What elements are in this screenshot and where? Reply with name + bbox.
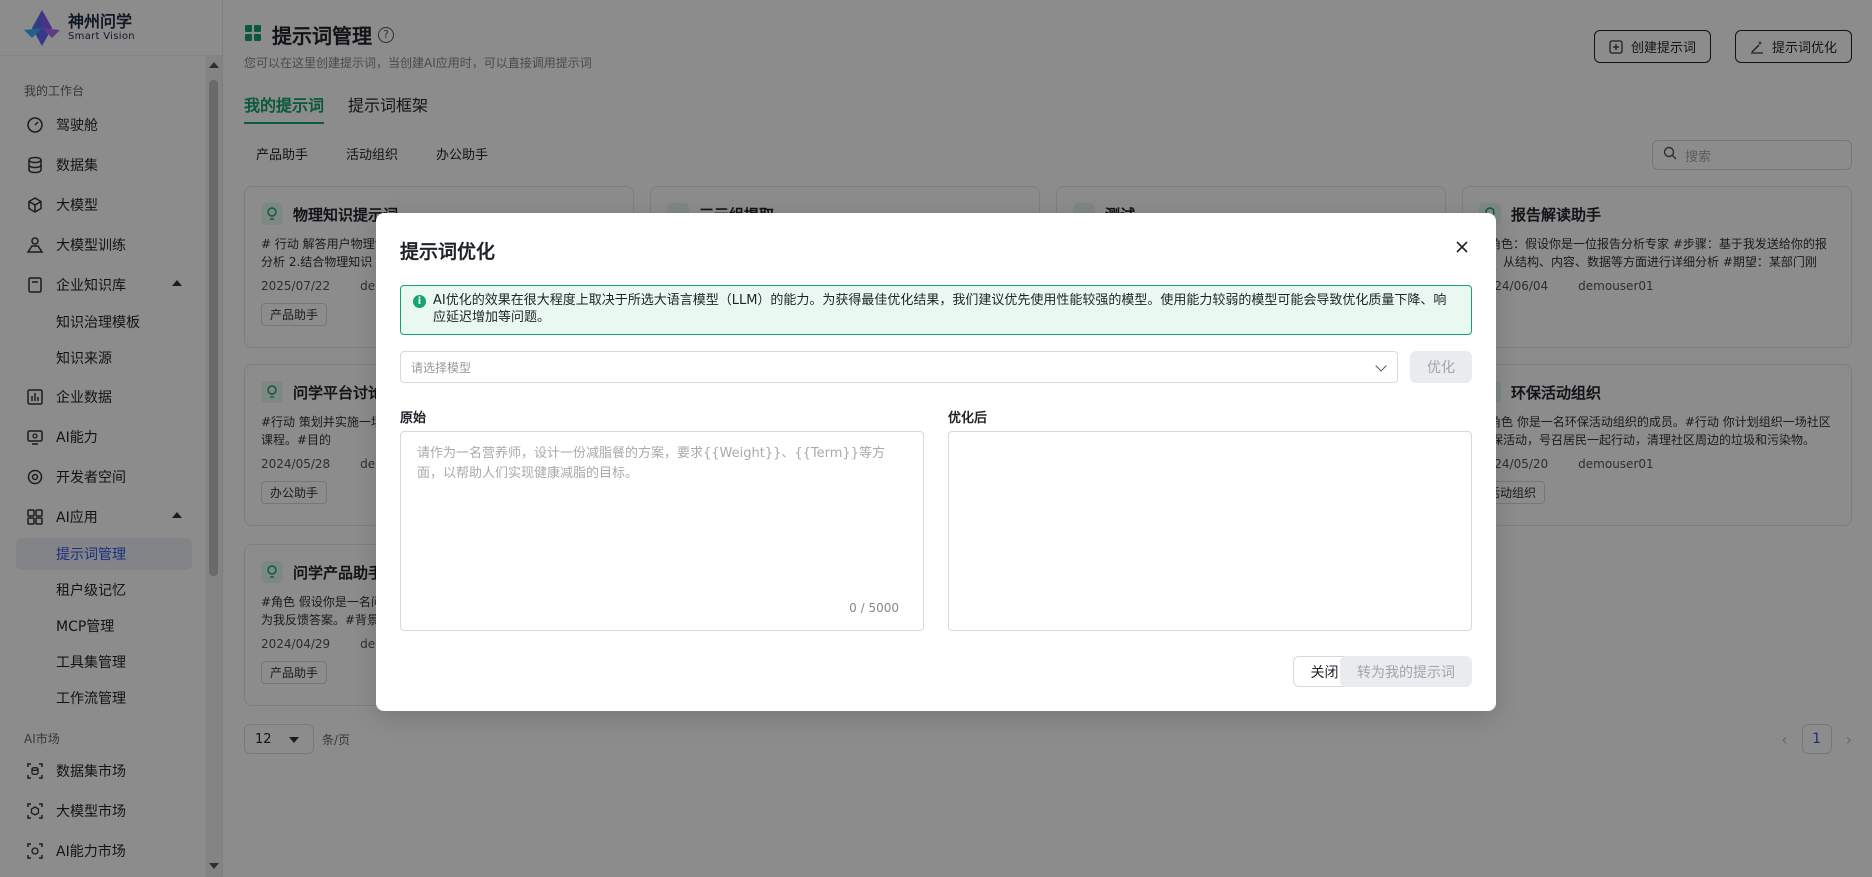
dialog-title: 提示词优化 bbox=[400, 241, 496, 263]
optimized-label: 优化后 bbox=[948, 411, 988, 426]
convert-to-my-prompt-button[interactable]: 转为我的提示词 bbox=[1340, 656, 1472, 687]
info-alert: i AI优化的效果在很大程度上取决于所选大语言模型（LLM）的能力。为获得最佳优… bbox=[400, 285, 1472, 335]
char-counter: 0 / 5000 bbox=[849, 601, 899, 615]
original-textarea[interactable]: 请作为一名营养师，设计一份减脂餐的方案，要求{{Weight}}、{{Term}… bbox=[400, 431, 924, 631]
info-icon: i bbox=[413, 295, 426, 308]
optimized-textarea[interactable] bbox=[948, 431, 1472, 631]
chevron-down-icon bbox=[1375, 360, 1387, 372]
prompt-optimize-dialog: 提示词优化 i AI优化的效果在很大程度上取决于所选大语言模型（LLM）的能力。… bbox=[376, 213, 1496, 711]
close-icon[interactable] bbox=[1452, 237, 1472, 257]
optimize-button[interactable]: 优化 bbox=[1410, 351, 1472, 383]
original-placeholder: 请作为一名营养师，设计一份减脂餐的方案，要求{{Weight}}、{{Term}… bbox=[417, 446, 885, 481]
original-label: 原始 bbox=[400, 411, 427, 426]
alert-text: AI优化的效果在很大程度上取决于所选大语言模型（LLM）的能力。为获得最佳优化结… bbox=[433, 293, 1447, 325]
model-select[interactable]: 请选择模型 bbox=[400, 351, 1398, 383]
model-select-placeholder: 请选择模型 bbox=[411, 360, 472, 375]
